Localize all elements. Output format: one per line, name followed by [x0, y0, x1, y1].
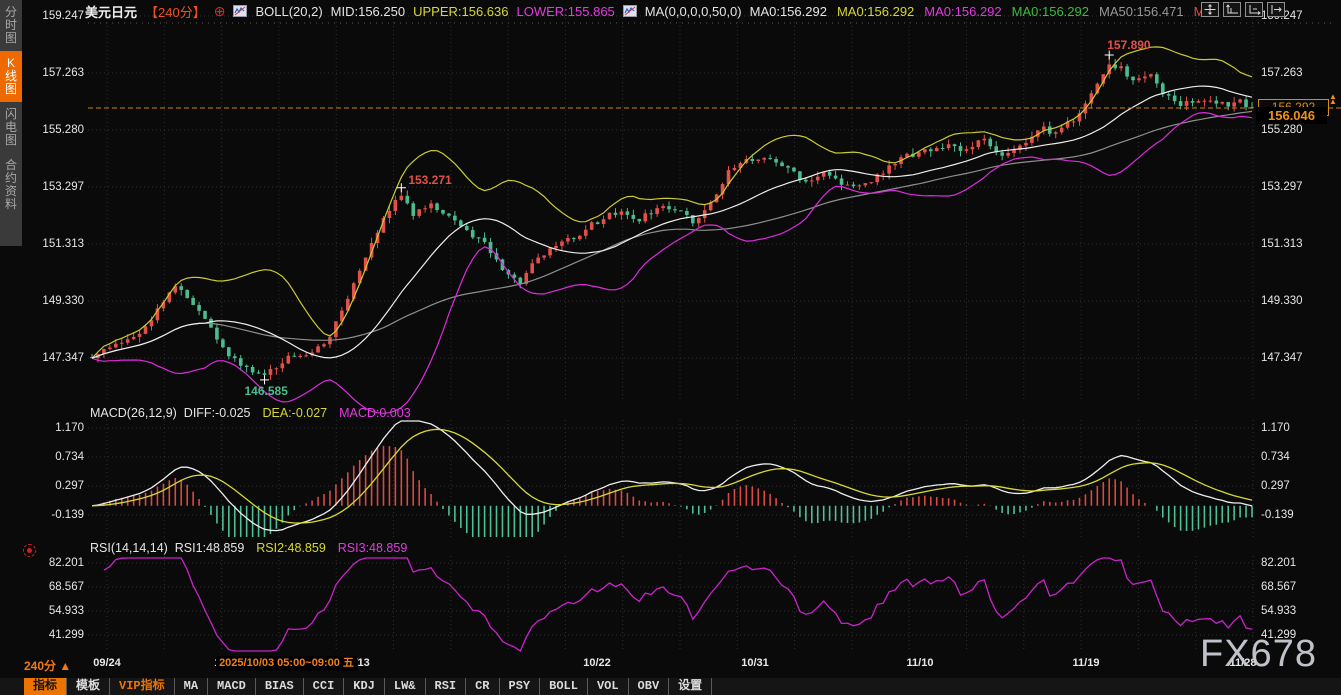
chart-tool-buttons [1201, 2, 1285, 17]
symbol-title: 美元日元 [85, 2, 137, 21]
indicator-toolbar: 指标模板VIP指标MAMACDBIASCCIKDJLW&RSICRPSYBOLL… [0, 678, 1341, 695]
boll-lower-value: LOWER:155.865 [517, 4, 615, 19]
pan-icon[interactable] [1201, 2, 1219, 17]
macd-hist-value: MACD:0.003 [339, 406, 411, 420]
rsi3-value: RSI3:48.859 [338, 541, 408, 555]
peak-price-label: 153.271 [408, 173, 451, 187]
left-sidebar: 分时图K线图闪电图合约资料 [0, 0, 22, 246]
low-price-label: 146.585 [245, 384, 288, 398]
ma-values: MA0:156.292 MA0:156.292 MA0:156.292 MA0:156… [750, 4, 1203, 19]
crosshair-date-tooltip: 2025/10/03 05:00~09:00 五 [216, 656, 357, 671]
sidebar-tab-2[interactable]: 闪电图 [0, 102, 22, 153]
time-axis: 240分 ▲ 09/2410/0310/1310/2210/3111/1011/… [0, 655, 1341, 673]
ma-value-3: MA0:156.292 [1012, 4, 1089, 19]
macd-axis-label-r-1: 0.734 [1261, 450, 1337, 464]
ma-value-4: MA50:156.471 [1099, 4, 1184, 19]
toolbar-tab-11[interactable]: PSY [500, 678, 541, 695]
price-up-arrows-icon: ▲▲ [1328, 94, 1338, 104]
toolbar-tab-8[interactable]: LW& [385, 678, 426, 695]
ma-value-2: MA0:156.292 [924, 4, 1001, 19]
macd-params-label: MACD(26,12,9) DIFF:-0.025 [90, 406, 250, 420]
macd-panel-header: MACD(26,12,9) DIFF:-0.025 DEA:-0.027 MAC… [90, 406, 411, 420]
main-axis-label-l-3: 153.297 [24, 180, 84, 194]
ma-chart-icon[interactable] [623, 5, 637, 17]
main-axis-label-r-2: 155.280 [1261, 123, 1337, 137]
boll-chart-icon[interactable] [233, 5, 247, 17]
toolbar-tab-6[interactable]: CCI [304, 678, 345, 695]
rsi-axis-label-l-0: 82.201 [24, 556, 84, 570]
rsi-axis-label-l-2: 54.933 [24, 604, 84, 618]
toolbar-tab-14[interactable]: OBV [629, 678, 670, 695]
period-label: 【240分】 [145, 2, 206, 21]
macd-dea-value: DEA:-0.027 [262, 406, 327, 420]
toolbar-tab-9[interactable]: RSI [426, 678, 467, 695]
main-axis-label-r-3: 153.297 [1261, 180, 1337, 194]
toolbar-tab-3[interactable]: MA [175, 678, 208, 695]
sun-icon[interactable] [23, 544, 36, 557]
rsi-params-label: RSI(14,14,14) RSI1:48.859 [90, 541, 244, 555]
main-axis-label-r-4: 151.313 [1261, 237, 1337, 251]
time-tick-10-31: 10/31 [733, 657, 777, 669]
macd-axis-label-l-1: 0.734 [24, 450, 84, 464]
sidebar-tab-0[interactable]: 分时图 [0, 0, 22, 51]
main-axis-label-l-0: 159.247 [24, 9, 84, 23]
sidebar-tab-3[interactable]: 合约资料 [0, 153, 22, 217]
sidebar-tab-1[interactable]: K线图 [0, 51, 22, 102]
main-axis-label-l-2: 155.280 [24, 123, 84, 137]
toolbar-tab-15[interactable]: 设置 [669, 678, 712, 695]
boll-params: BOLL(20,2) [255, 4, 322, 19]
ma-value-0: MA0:156.292 [750, 4, 827, 19]
rsi-axis-label-l-3: 41.299 [24, 628, 84, 642]
macd-axis-label-l-2: 0.297 [24, 479, 84, 493]
toolbar-tab-1[interactable]: 模板 [67, 678, 110, 695]
rsi-axis-label-l-1: 68.567 [24, 580, 84, 594]
fx678-watermark: FX678 [1200, 633, 1317, 676]
toolbar-tab-10[interactable]: CR [466, 678, 499, 695]
macd-axis-label-l-0: 1.170 [24, 421, 84, 435]
y-axis-scale-icon[interactable] [1223, 2, 1241, 17]
period-arrow-icon: ▲ [59, 659, 71, 673]
rsi-axis-label-r-1: 68.567 [1261, 580, 1337, 594]
boll-mid-value: MID:156.250 [331, 4, 405, 19]
toolbar-tab-12[interactable]: BOLL [540, 678, 588, 695]
high-price-label: 157.890 [1107, 38, 1150, 52]
rsi-axis-label-r-2: 54.933 [1261, 604, 1337, 618]
time-tick-11-19: 11/19 [1064, 657, 1108, 669]
toolbar-tab-7[interactable]: KDJ [344, 678, 385, 695]
chart-header: 美元日元 【240分】 ⊕ BOLL(20,2) MID:156.250 UPP… [85, 0, 1203, 22]
macd-axis-label-r-2: 0.297 [1261, 479, 1337, 493]
macd-axis-label-l-3: -0.139 [24, 508, 84, 522]
time-tick-11-10: 11/10 [898, 657, 942, 669]
add-indicator-icon[interactable]: ⊕ [214, 3, 226, 20]
shift-chart-icon[interactable] [1267, 2, 1285, 17]
main-axis-label-r-6: 147.347 [1261, 351, 1337, 365]
toolbar-tab-2[interactable]: VIP指标 [110, 678, 175, 695]
toolbar-tab-5[interactable]: BIAS [256, 678, 304, 695]
toolbar-tab-13[interactable]: VOL [588, 678, 629, 695]
time-tick-10-22: 10/22 [575, 657, 619, 669]
chart-canvas[interactable] [0, 0, 1341, 695]
rsi-panel-header: RSI(14,14,14) RSI1:48.859 RSI2:48.859 RS… [90, 541, 407, 555]
toolbar-tab-0[interactable]: 指标 [24, 678, 67, 695]
ma-value-1: MA0:156.292 [837, 4, 914, 19]
trading-terminal: 分时图K线图闪电图合约资料 美元日元 【240分】 ⊕ BOLL(20,2) M… [0, 0, 1341, 695]
main-axis-label-l-4: 151.313 [24, 237, 84, 251]
macd-axis-label-r-0: 1.170 [1261, 421, 1337, 435]
main-axis-label-r-1: 157.263 [1261, 66, 1337, 80]
main-axis-label-l-1: 157.263 [24, 66, 84, 80]
rsi2-value: RSI2:48.859 [256, 541, 326, 555]
main-axis-label-l-5: 149.330 [24, 294, 84, 308]
toolbar-tab-4[interactable]: MACD [208, 678, 256, 695]
ma-params: MA(0,0,0,0,50,0) [645, 4, 742, 19]
main-axis-label-r-5: 149.330 [1261, 294, 1337, 308]
boll-upper-value: UPPER:156.636 [413, 4, 508, 19]
period-selector[interactable]: 240分 ▲ [24, 657, 71, 674]
x-axis-scale-icon[interactable] [1245, 2, 1263, 17]
last-price-tag: 156.046 [1256, 107, 1327, 124]
time-tick-09-24: 09/24 [85, 657, 129, 669]
macd-axis-label-r-3: -0.139 [1261, 508, 1337, 522]
main-axis-label-l-6: 147.347 [24, 351, 84, 365]
rsi-axis-label-r-0: 82.201 [1261, 556, 1337, 570]
